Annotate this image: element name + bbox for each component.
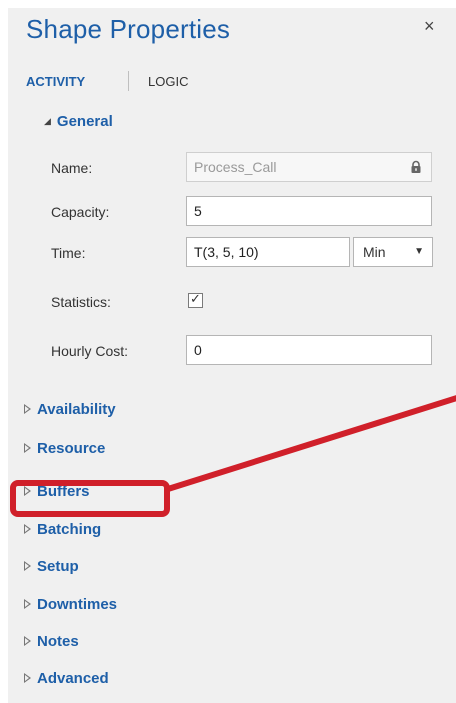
annotation-arrow-line xyxy=(167,395,456,492)
